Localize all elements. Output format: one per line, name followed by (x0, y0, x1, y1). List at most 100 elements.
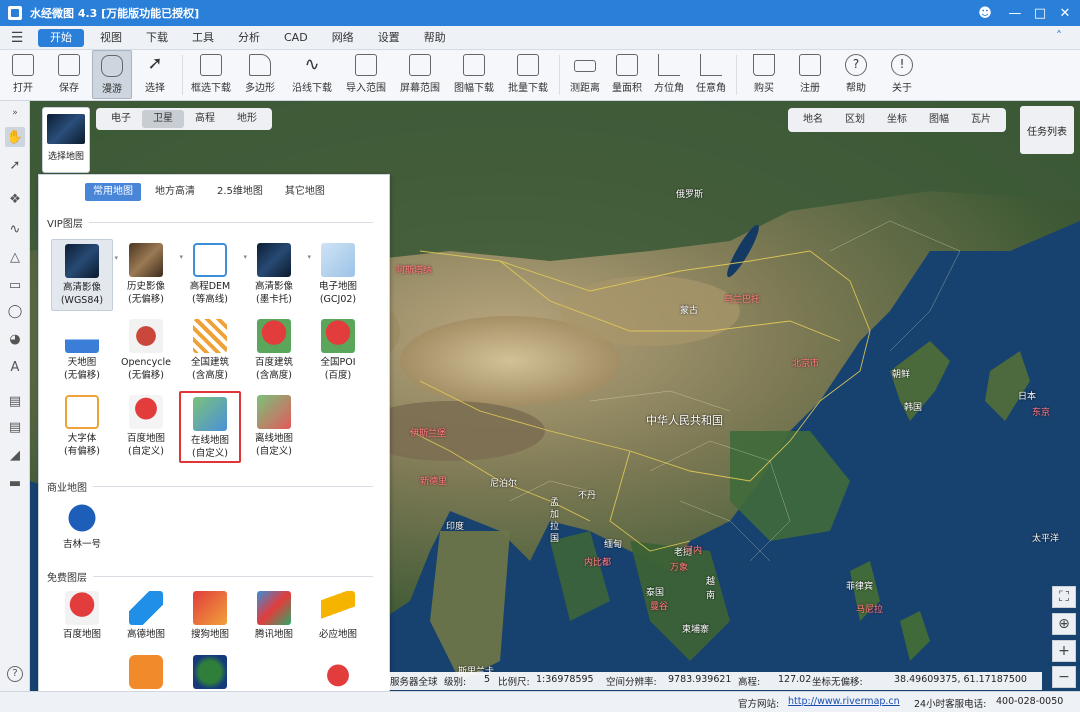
eraser-icon[interactable]: ▬ (5, 473, 25, 493)
map-type-satellite[interactable]: 卫星 (142, 110, 184, 128)
map-label-bangkok: 曼谷 (650, 602, 669, 612)
toolbar-separator (736, 55, 737, 95)
map-layer-electronic-map[interactable]: 电子地图 (GCJ02) (307, 239, 369, 311)
official-site-link[interactable]: http://www.rivermap.cn (788, 696, 900, 707)
search-sheet-tab[interactable]: 图幅 (918, 111, 960, 129)
map-layer-tencent[interactable]: 腾讯地图 (243, 587, 305, 647)
tab-2-5d-maps[interactable]: 2.5维地图 (209, 183, 271, 201)
collapse-ribbon-icon[interactable]: ˄ (1056, 29, 1062, 43)
user-icon[interactable]: ☻ (970, 0, 1000, 26)
map-label-new-delhi: 新德里 (420, 477, 448, 487)
search-place-tab[interactable]: 地名 (792, 111, 834, 129)
menu-tab-help[interactable]: 帮助 (412, 29, 458, 47)
menu-tab-analysis[interactable]: 分析 (226, 29, 272, 47)
jilin1-icon (65, 501, 99, 535)
ribbon-toolbar: 打开 保存 漫游 ➚ 选择 框选下载 多边形 ∿ 沿线下载 导入范围 屏幕范围 图幅… (0, 50, 1080, 101)
help-icon: ? (845, 54, 867, 76)
save-button[interactable]: 保存 (46, 50, 92, 99)
any-angle-button[interactable]: 任意角 (690, 50, 732, 99)
sector-icon[interactable]: ◕ (5, 329, 25, 349)
map-layer-baidu-building[interactable]: 百度建筑 (含高度) (243, 315, 305, 387)
map-layer-poi[interactable]: 全国POI (百度) (307, 315, 369, 387)
menu-tab-settings[interactable]: 设置 (366, 29, 412, 47)
task-list-button[interactable]: 任务列表 (1020, 106, 1074, 154)
rectangle-icon[interactable]: ▭ (5, 275, 25, 295)
map-layer-tianditu[interactable]: 天地图 (无偏移) (51, 315, 113, 387)
menu-hamburger-icon[interactable]: ☰ (0, 30, 34, 46)
aliyun-icon (129, 655, 163, 689)
map-layer-amap[interactable]: 高德地图 (115, 587, 177, 647)
opencycle-icon (129, 319, 163, 353)
register-button[interactable]: 注册 (787, 50, 833, 99)
menu-tab-view[interactable]: 视图 (88, 29, 134, 47)
search-tile-tab[interactable]: 瓦片 (960, 111, 1002, 129)
search-district-tab[interactable]: 区划 (834, 111, 876, 129)
hand-icon[interactable]: ✋ (5, 127, 25, 147)
measure-area-button[interactable]: 量面积 (606, 50, 648, 99)
help-button[interactable]: ? 帮助 (833, 50, 879, 99)
tab-other-maps[interactable]: 其它地图 (277, 183, 333, 201)
map-layer-building[interactable]: 全国建筑 (含高度) (179, 315, 241, 387)
measure-distance-button[interactable]: 测距离 (564, 50, 606, 99)
circle-icon[interactable]: ◯ (5, 301, 25, 321)
open-button[interactable]: 打开 (0, 50, 46, 99)
sheet-download-button[interactable]: 图幅下载 (447, 50, 501, 99)
polygon-button[interactable]: 多边形 (235, 50, 285, 99)
layer-subtitle: (自定义) (128, 446, 164, 457)
marker-icon[interactable]: ❖ (5, 189, 25, 209)
map-layer-history[interactable]: ▾ 历史影像 (无偏移) (115, 239, 183, 311)
box-download-button[interactable]: 框选下载 (187, 50, 235, 99)
map-layer-satellite[interactable]: ▾ 高清影像 (墨卡托) (243, 239, 311, 311)
map-layer-baidu[interactable]: 百度地图 (51, 587, 113, 647)
tab-common-maps[interactable]: 常用地图 (85, 183, 141, 201)
pan-button[interactable]: 漫游 (92, 50, 132, 99)
menu-tab-tools[interactable]: 工具 (180, 29, 226, 47)
menu-tab-network[interactable]: 网络 (320, 29, 366, 47)
close-button[interactable]: ✕ (1050, 0, 1080, 26)
menu-tab-cad[interactable]: CAD (272, 29, 320, 47)
map-layer-jilin1[interactable]: 吉林一号 (51, 497, 113, 559)
zoom-in-button[interactable]: + (1052, 640, 1076, 662)
map-type-terrain[interactable]: 地形 (226, 110, 268, 128)
tab-local-hd[interactable]: 地方高清 (147, 183, 203, 201)
printer-icon[interactable]: ▤ (5, 417, 25, 437)
layer-icon[interactable]: ▤ (5, 391, 25, 411)
import-range-button[interactable]: 导入范围 (339, 50, 393, 99)
locate-icon[interactable]: ⊕ (1052, 613, 1076, 635)
map-layer-dem[interactable]: ▾ 高程DEM (等高线) (179, 239, 247, 311)
menu-tab-download[interactable]: 下载 (134, 29, 180, 47)
server-label: 服务器全球 (390, 677, 438, 688)
map-layer-online-map[interactable]: 在线地图 (自定义) (179, 391, 241, 463)
search-coordinate-tab[interactable]: 坐标 (876, 111, 918, 129)
buy-button[interactable]: 购买 (741, 50, 787, 99)
screen-range-button[interactable]: 屏幕范围 (393, 50, 447, 99)
map-type-elevation[interactable]: 高程 (184, 110, 226, 128)
expand-icon[interactable]: » (5, 103, 25, 123)
fullscreen-icon[interactable]: ⛶ (1052, 586, 1076, 608)
register-icon (799, 54, 821, 76)
arcgis-icon (193, 655, 227, 689)
batch-download-button[interactable]: 批量下载 (501, 50, 555, 99)
line-download-button[interactable]: ∿ 沿线下载 (285, 50, 339, 99)
choose-map-button[interactable]: 选择地图 (42, 107, 90, 173)
zoom-out-button[interactable]: − (1052, 666, 1076, 688)
map-layer-bing[interactable]: 必应地图 (307, 587, 369, 647)
help-icon[interactable]: ? (7, 666, 23, 682)
polygon-icon[interactable]: △ (5, 247, 25, 267)
text-icon[interactable]: A (5, 357, 25, 377)
map-layer-sogou[interactable]: 搜狗地图 (179, 587, 241, 647)
about-button[interactable]: ! 关于 (879, 50, 925, 99)
polyline-icon[interactable]: ∿ (5, 219, 25, 239)
map-layer-offline-map[interactable]: 离线地图 (自定义) (243, 391, 305, 463)
map-layer-baidu-custom[interactable]: 百度地图 (自定义) (115, 391, 177, 463)
map-layer-satellite[interactable]: ▾ 高清影像 (WGS84) (51, 239, 118, 311)
cursor-icon[interactable]: ➚ (5, 155, 25, 175)
menu-tab-start[interactable]: 开始 (38, 28, 84, 47)
coordinate-label: 坐标无偏移: (812, 677, 863, 688)
map-layer-large-font[interactable]: 大字体 (有偏移) (51, 391, 113, 463)
select-button[interactable]: ➚ 选择 (132, 50, 178, 99)
measure-icon[interactable]: ◢ (5, 445, 25, 465)
azimuth-button[interactable]: 方位角 (648, 50, 690, 99)
map-layer-opencycle[interactable]: Opencycle (无偏移) (115, 315, 177, 387)
map-type-electronic[interactable]: 电子 (100, 110, 142, 128)
